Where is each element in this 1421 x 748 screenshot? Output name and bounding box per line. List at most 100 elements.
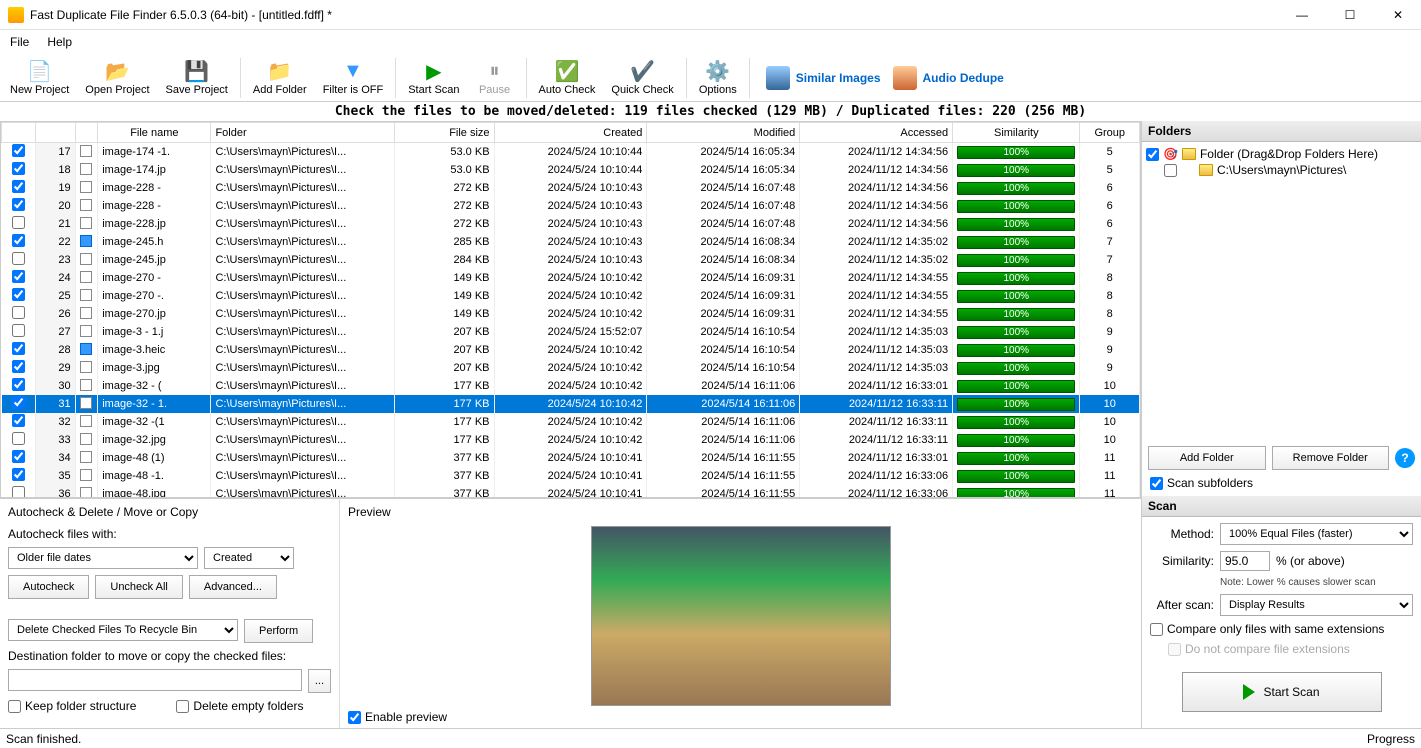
compare-ext-checkbox[interactable]: Compare only files with same extensions xyxy=(1150,622,1413,636)
table-row[interactable]: 26image-270.jpC:\Users\mayn\Pictures\I..… xyxy=(2,305,1140,323)
folder-checkbox[interactable] xyxy=(1164,164,1177,177)
menu-file[interactable]: File xyxy=(10,35,29,49)
modified-date: 2024/5/14 16:08:34 xyxy=(647,233,800,251)
new-project-button[interactable]: 📄New Project xyxy=(2,58,77,98)
file-name: image-48 (1) xyxy=(98,449,211,467)
row-checkbox[interactable] xyxy=(12,144,25,157)
row-checkbox[interactable] xyxy=(12,450,25,463)
method-label: Method: xyxy=(1150,527,1214,541)
autocheck-mode-select[interactable]: Older file dates xyxy=(8,547,198,569)
table-row[interactable]: 30image-32 - (C:\Users\mayn\Pictures\I..… xyxy=(2,377,1140,395)
start-scan-button[interactable]: ▶Start Scan xyxy=(400,58,467,98)
file-grid[interactable]: File name Folder File size Created Modif… xyxy=(0,121,1141,498)
row-checkbox[interactable] xyxy=(12,252,25,265)
method-select[interactable]: 100% Equal Files (faster) xyxy=(1220,523,1413,545)
auto-check-button[interactable]: ✅Auto Check xyxy=(531,58,604,98)
folder-root[interactable]: 🎯 Folder (Drag&Drop Folders Here) xyxy=(1146,146,1417,162)
perform-button[interactable]: Perform xyxy=(244,619,313,643)
gear-icon: ⚙️ xyxy=(706,60,730,84)
row-index: 36 xyxy=(35,485,75,498)
row-checkbox[interactable] xyxy=(12,432,25,445)
row-checkbox[interactable] xyxy=(12,270,25,283)
filter-button[interactable]: ▼Filter is OFF xyxy=(315,58,392,98)
table-row[interactable]: 21image-228.jpC:\Users\mayn\Pictures\I..… xyxy=(2,215,1140,233)
created-date: 2024/5/24 10:10:44 xyxy=(494,143,647,162)
row-checkbox[interactable] xyxy=(12,162,25,175)
open-project-button[interactable]: 📂Open Project xyxy=(77,58,157,98)
modified-date: 2024/5/14 16:11:55 xyxy=(647,449,800,467)
row-checkbox[interactable] xyxy=(12,486,25,498)
row-checkbox[interactable] xyxy=(12,378,25,391)
row-checkbox[interactable] xyxy=(12,360,25,373)
action-select[interactable]: Delete Checked Files To Recycle Bin xyxy=(8,619,238,641)
file-icon xyxy=(80,307,92,319)
row-index: 19 xyxy=(35,179,75,197)
table-row[interactable]: 32image-32 -(1C:\Users\mayn\Pictures\I..… xyxy=(2,413,1140,431)
table-row[interactable]: 35image-48 -1.C:\Users\mayn\Pictures\I..… xyxy=(2,467,1140,485)
scan-subfolders-checkbox[interactable]: Scan subfolders xyxy=(1142,476,1421,496)
row-checkbox[interactable] xyxy=(12,198,25,211)
row-checkbox[interactable] xyxy=(12,306,25,319)
row-checkbox[interactable] xyxy=(12,414,25,427)
help-icon[interactable]: ? xyxy=(1395,448,1415,468)
grid-header[interactable]: File name Folder File size Created Modif… xyxy=(2,123,1140,143)
remove-folder-button[interactable]: Remove Folder xyxy=(1272,446,1390,470)
file-icon xyxy=(80,433,92,445)
row-checkbox[interactable] xyxy=(12,288,25,301)
row-checkbox[interactable] xyxy=(12,234,25,247)
row-checkbox[interactable] xyxy=(12,180,25,193)
table-row[interactable]: 27image-3 - 1.jC:\Users\mayn\Pictures\I.… xyxy=(2,323,1140,341)
add-folder-button-side[interactable]: Add Folder xyxy=(1148,446,1266,470)
similar-images-link[interactable]: Similar Images xyxy=(766,66,881,90)
no-compare-ext-checkbox[interactable]: Do not compare file extensions xyxy=(1150,642,1413,656)
keep-structure-checkbox[interactable]: Keep folder structure xyxy=(8,699,136,713)
table-row[interactable]: 23image-245.jpC:\Users\mayn\Pictures\I..… xyxy=(2,251,1140,269)
folder-checkbox[interactable] xyxy=(1146,148,1159,161)
table-row[interactable]: 19image-228 - C:\Users\mayn\Pictures\I..… xyxy=(2,179,1140,197)
table-row[interactable]: 22image-245.hC:\Users\mayn\Pictures\I...… xyxy=(2,233,1140,251)
enable-preview-checkbox[interactable]: Enable preview xyxy=(348,710,1133,724)
table-row[interactable]: 17image-174 -1.C:\Users\mayn\Pictures\I.… xyxy=(2,143,1140,162)
table-row[interactable]: 20image-228 - C:\Users\mayn\Pictures\I..… xyxy=(2,197,1140,215)
minimize-button[interactable]: — xyxy=(1287,8,1317,22)
folders-tree[interactable]: 🎯 Folder (Drag&Drop Folders Here) C:\Use… xyxy=(1142,142,1421,440)
add-folder-button[interactable]: 📁Add Folder xyxy=(245,58,315,98)
uncheck-all-button[interactable]: Uncheck All xyxy=(95,575,182,599)
row-checkbox[interactable] xyxy=(12,324,25,337)
destination-input[interactable] xyxy=(8,669,302,691)
options-button[interactable]: ⚙️Options xyxy=(691,58,745,98)
menu-help[interactable]: Help xyxy=(47,35,72,49)
image-icon xyxy=(766,66,790,90)
similarity-input[interactable] xyxy=(1220,551,1270,571)
file-icon xyxy=(80,379,92,391)
table-row[interactable]: 28image-3.heicC:\Users\mayn\Pictures\I..… xyxy=(2,341,1140,359)
table-row[interactable]: 36image-48.jpgC:\Users\mayn\Pictures\I..… xyxy=(2,485,1140,498)
close-button[interactable]: ✕ xyxy=(1383,8,1413,22)
table-row[interactable]: 25image-270 -.C:\Users\mayn\Pictures\I..… xyxy=(2,287,1140,305)
row-checkbox[interactable] xyxy=(12,342,25,355)
save-project-button[interactable]: 💾Save Project xyxy=(158,58,236,98)
table-row[interactable]: 33image-32.jpgC:\Users\mayn\Pictures\I..… xyxy=(2,431,1140,449)
table-row[interactable]: 18image-174.jpC:\Users\mayn\Pictures\I..… xyxy=(2,161,1140,179)
row-checkbox[interactable] xyxy=(12,396,25,409)
delete-empty-checkbox[interactable]: Delete empty folders xyxy=(176,699,303,713)
advanced-button[interactable]: Advanced... xyxy=(189,575,277,599)
table-row[interactable]: 24image-270 - C:\Users\mayn\Pictures\I..… xyxy=(2,269,1140,287)
similarity-bar: 100% xyxy=(957,380,1075,393)
start-scan-big-button[interactable]: Start Scan xyxy=(1182,672,1382,712)
pause-button[interactable]: ⏸Pause xyxy=(468,58,522,98)
autocheck-date-select[interactable]: Created xyxy=(204,547,294,569)
row-index: 28 xyxy=(35,341,75,359)
browse-button[interactable]: ... xyxy=(308,669,331,693)
table-row[interactable]: 29image-3.jpgC:\Users\mayn\Pictures\I...… xyxy=(2,359,1140,377)
autocheck-button[interactable]: Autocheck xyxy=(8,575,89,599)
table-row[interactable]: 31image-32 - 1.C:\Users\mayn\Pictures\I.… xyxy=(2,395,1140,413)
row-checkbox[interactable] xyxy=(12,216,25,229)
maximize-button[interactable]: ☐ xyxy=(1335,8,1365,22)
folder-item[interactable]: C:\Users\mayn\Pictures\ xyxy=(1146,162,1417,178)
row-checkbox[interactable] xyxy=(12,468,25,481)
quick-check-button[interactable]: ✔️Quick Check xyxy=(603,58,681,98)
table-row[interactable]: 34image-48 (1)C:\Users\mayn\Pictures\I..… xyxy=(2,449,1140,467)
after-scan-select[interactable]: Display Results xyxy=(1220,594,1413,616)
audio-dedupe-link[interactable]: Audio Dedupe xyxy=(893,66,1004,90)
